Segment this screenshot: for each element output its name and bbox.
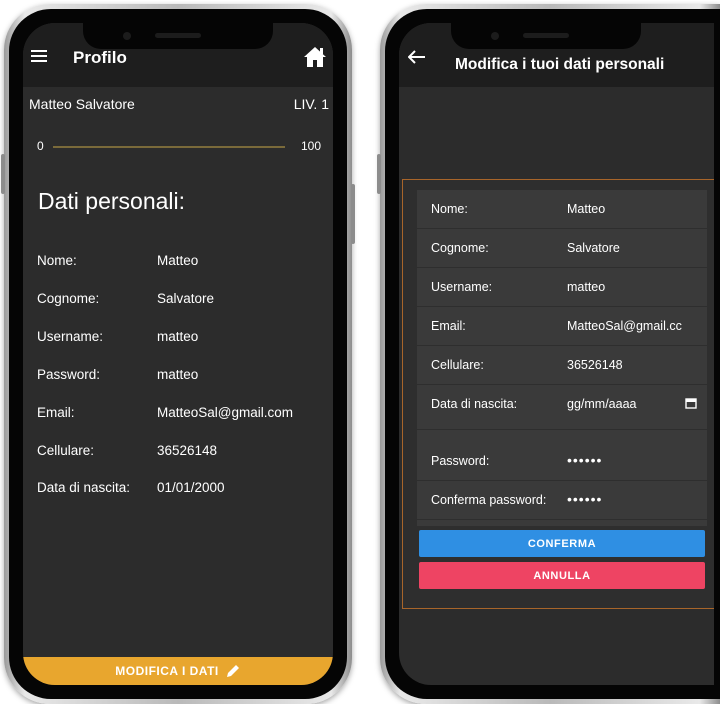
info-label: Data di nascita: [37, 480, 131, 495]
info-label: Cellulare: [37, 443, 95, 458]
back-arrow-icon[interactable] [408, 50, 426, 64]
progress-track [53, 146, 285, 148]
edit-data-label: MODIFICA I DATI [115, 664, 219, 678]
page-title: Modifica i tuoi dati personali [455, 56, 665, 73]
user-name: Matteo Salvatore [29, 96, 135, 112]
cancel-button[interactable]: ANNULLA [419, 562, 705, 589]
username-input[interactable]: matteo [567, 280, 707, 294]
info-label: Username: [37, 329, 104, 344]
info-value: matteo [157, 329, 199, 344]
info-row-nome: Nome: Matteo [37, 253, 327, 273]
info-value: Matteo [157, 253, 199, 268]
info-value: 36526148 [157, 443, 218, 458]
form-label: Username: [431, 280, 493, 294]
form-label: Password: [431, 454, 490, 468]
info-label: Password: [37, 367, 101, 382]
form-row-data-nascita[interactable]: Data di nascita: gg/mm/aaaa [417, 385, 707, 430]
section-title: Dati personali: [38, 188, 186, 214]
notch [450, 23, 641, 49]
pencil-icon [226, 665, 239, 677]
edit-data-button[interactable]: MODIFICA I DATI [23, 657, 333, 685]
info-row-cellulare: Cellulare: 36526148 [37, 443, 327, 463]
info-row-password: Password: matteo [37, 367, 327, 387]
user-row: Matteo Salvatore LIV. 1 [29, 96, 329, 116]
bezel: Modifica i tuoi dati personali Nome: Mat… [385, 9, 720, 699]
info-row-data-nascita: Data di nascita: 01/01/2000 [37, 480, 327, 500]
cellulare-input[interactable]: 36526148 [567, 358, 707, 372]
date-input[interactable]: gg/mm/aaaa [567, 397, 681, 411]
bezel: Profilo Matteo Salvatore LIV. 1 0 100 Da… [9, 9, 347, 699]
page-title: Profilo [73, 48, 127, 67]
confirm-password-input[interactable]: •••••• [567, 491, 707, 507]
info-value: Salvatore [157, 291, 215, 306]
volume-button [377, 154, 381, 194]
form-label: Nome: [431, 202, 468, 216]
info-value: matteo [157, 367, 199, 382]
calendar-icon[interactable] [685, 397, 697, 409]
info-value: 01/01/2000 [157, 480, 225, 495]
info-row-username: Username: matteo [37, 329, 327, 349]
form-label: Email: [431, 319, 466, 333]
confirm-button[interactable]: CONFERMA [419, 530, 705, 557]
form-row-email[interactable]: Email: MatteoSal@gmail.cc [417, 307, 707, 346]
edit-screen: Modifica i tuoi dati personali Nome: Mat… [399, 23, 714, 685]
form-row-cellulare[interactable]: Cellulare: 36526148 [417, 346, 707, 385]
form-label: Cognome: [431, 241, 489, 255]
cognome-input[interactable]: Salvatore [567, 241, 707, 255]
info-label: Nome: [37, 253, 77, 268]
menu-icon[interactable] [31, 50, 47, 62]
info-row-cognome: Cognome: Salvatore [37, 291, 327, 311]
notch [83, 23, 273, 49]
form-row-cognome[interactable]: Cognome: Salvatore [417, 229, 707, 268]
form-row-nome[interactable]: Nome: Matteo [417, 190, 707, 229]
phone-edit: Modifica i tuoi dati personali Nome: Mat… [377, 4, 720, 704]
edit-form: Nome: Matteo Cognome: Salvatore Username… [417, 190, 707, 526]
profile-screen: Profilo Matteo Salvatore LIV. 1 0 100 Da… [23, 23, 333, 685]
info-label: Cognome: [37, 291, 100, 306]
form-row-password[interactable]: Password: •••••• [417, 442, 707, 481]
form-row-username[interactable]: Username: matteo [417, 268, 707, 307]
home-icon[interactable] [303, 46, 327, 68]
progress-max: 100 [300, 139, 321, 153]
form-label: Data di nascita: [431, 397, 518, 411]
level-progress: 0 100 [37, 137, 321, 157]
phone-profile: Profilo Matteo Salvatore LIV. 1 0 100 Da… [1, 4, 355, 704]
password-input[interactable]: •••••• [567, 452, 707, 468]
info-row-email: Email: MatteoSal@gmail.com [37, 405, 327, 425]
volume-button [1, 154, 5, 194]
form-label: Cellulare: [431, 358, 484, 372]
progress-min: 0 [37, 139, 44, 153]
form-row-conferma-password[interactable]: Conferma password: •••••• [417, 481, 707, 520]
form-label: Conferma password: [431, 493, 547, 507]
email-input[interactable]: MatteoSal@gmail.cc [567, 319, 707, 333]
edit-panel: Nome: Matteo Cognome: Salvatore Username… [402, 179, 714, 609]
info-label: Email: [37, 405, 75, 420]
info-value: MatteoSal@gmail.com [157, 405, 294, 420]
power-button [351, 184, 355, 244]
nome-input[interactable]: Matteo [567, 202, 707, 216]
level-badge: LIV. 1 [293, 96, 329, 112]
